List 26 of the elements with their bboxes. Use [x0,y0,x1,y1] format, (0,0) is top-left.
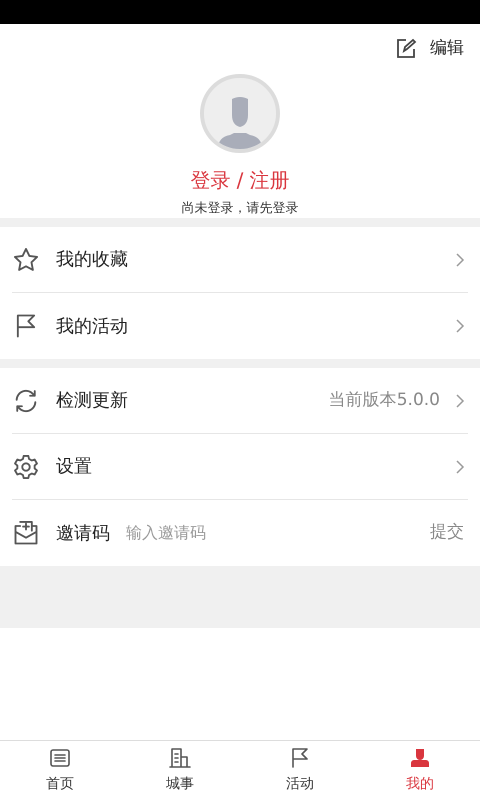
edit-button[interactable]: 编辑 [394,36,464,62]
menu-item[interactable]: 检测更新 当前版本5.0.0 [12,368,468,434]
item-label: 设置 [56,455,93,479]
login-link[interactable]: 登录 / 注册 [190,164,290,194]
list-icon [48,746,72,770]
menu-item[interactable]: 我的收藏 [12,227,468,293]
login-hint: 尚未登录，请先登录 [182,200,298,218]
submit-button[interactable]: 提交 [426,520,468,546]
menu-item[interactable]: 设置 [12,434,468,500]
item-label: 我的活动 [56,314,129,338]
item-label: 检测更新 [56,389,129,413]
menu-item[interactable]: 我的活动 [12,293,468,359]
item-label: 邀请码 [56,522,110,546]
nav-tab[interactable]: 活动 [240,741,360,800]
nav-tab[interactable]: 我的 [360,741,480,800]
envelope-plus-icon [12,519,40,547]
user-icon [408,746,432,770]
nav-tab[interactable]: 城事 [120,741,240,800]
item-label: 我的收藏 [56,248,129,272]
gear-icon [12,452,40,480]
version-text: 当前版本5.0.0 [328,388,440,412]
edit-icon [394,36,418,61]
star-icon [12,246,40,274]
nav-tab[interactable]: 首页 [0,741,120,800]
building-icon [168,746,192,770]
invite-code-field[interactable]: 输入邀请码 [126,521,426,545]
